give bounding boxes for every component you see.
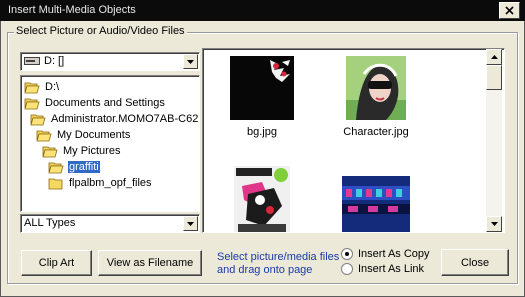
open-folder-icon bbox=[48, 162, 64, 173]
tree-item[interactable]: Administrator.MOMO7AB-C62ES bbox=[30, 111, 200, 127]
file-preview-pane[interactable]: bg.jpg Character.jpg bbox=[202, 48, 505, 233]
file-name[interactable]: Character.jpg bbox=[331, 126, 421, 138]
scroll-up-button[interactable] bbox=[486, 49, 502, 65]
group-label: Select Picture or Audio/Video Files bbox=[14, 25, 187, 37]
tree-item-label: flpalbm_opf_files bbox=[69, 177, 152, 189]
graffiti-image bbox=[230, 56, 294, 120]
clip-art-button[interactable]: Clip Art bbox=[21, 250, 92, 276]
drive-select-value: D: [] bbox=[44, 55, 65, 67]
chevron-down-icon bbox=[187, 221, 194, 226]
insert-as-link-radio[interactable] bbox=[341, 263, 353, 275]
file-thumbnail-bg[interactable] bbox=[230, 56, 294, 120]
window-title: Insert Multi-Media Objects bbox=[8, 4, 136, 16]
view-as-filename-button[interactable]: View as Filename bbox=[98, 250, 202, 276]
insert-as-copy-radio[interactable] bbox=[341, 248, 353, 260]
drag-hint-text: Select picture/media files and drag onto… bbox=[217, 251, 340, 276]
open-folder-icon bbox=[30, 114, 46, 125]
graffiti-poster-image bbox=[234, 166, 290, 232]
tree-item[interactable]: flpalbm_opf_files bbox=[48, 175, 153, 191]
chevron-down-icon bbox=[187, 59, 194, 64]
file-name[interactable]: bg.jpg bbox=[217, 126, 307, 138]
pixel-art-image bbox=[342, 176, 410, 232]
closed-folder-icon bbox=[48, 178, 63, 189]
window-close-button[interactable] bbox=[499, 2, 520, 19]
close-button[interactable]: Close bbox=[441, 249, 509, 276]
radio-selected-dot bbox=[345, 252, 349, 256]
drive-select[interactable]: D: [] bbox=[20, 52, 200, 71]
tree-item-label: graffiti bbox=[68, 161, 100, 173]
file-thumbnail-4[interactable] bbox=[342, 176, 410, 232]
close-icon bbox=[505, 6, 514, 15]
tree-item[interactable]: graffiti bbox=[48, 159, 100, 175]
chevron-down-icon bbox=[490, 222, 498, 226]
scroll-thumb[interactable] bbox=[486, 65, 502, 90]
scroll-down-button[interactable] bbox=[486, 216, 502, 232]
character-image bbox=[346, 56, 406, 120]
tree-item-label: Administrator.MOMO7AB-C62ES bbox=[51, 113, 200, 125]
tree-item-label: Documents and Settings bbox=[45, 97, 165, 109]
insert-as-link-label: Insert As Link bbox=[358, 263, 425, 275]
tree-item[interactable]: My Pictures bbox=[42, 143, 121, 159]
tree-item[interactable]: Documents and Settings bbox=[24, 95, 166, 111]
preview-scrollbar[interactable] bbox=[486, 49, 502, 232]
insert-as-copy-option[interactable]: Insert As Copy bbox=[341, 248, 430, 260]
folder-tree[interactable]: D:\ Documents and Settings Administrator.M… bbox=[20, 75, 200, 212]
type-filter-dropdown-button[interactable] bbox=[183, 216, 198, 231]
open-folder-icon bbox=[24, 82, 40, 93]
tree-item[interactable]: D:\ bbox=[24, 79, 60, 95]
type-filter-select[interactable]: ALL Types bbox=[20, 214, 200, 233]
drive-dropdown-button[interactable] bbox=[183, 54, 198, 69]
tree-item[interactable]: My Documents bbox=[36, 127, 131, 143]
tree-item-label: My Pictures bbox=[63, 145, 121, 157]
file-thumbnail-character[interactable] bbox=[346, 56, 406, 120]
file-thumbnail-3[interactable] bbox=[234, 166, 290, 232]
tree-item-label: D:\ bbox=[45, 81, 60, 93]
title-bar: Insert Multi-Media Objects bbox=[0, 0, 525, 21]
insert-as-copy-label: Insert As Copy bbox=[358, 248, 430, 260]
insert-as-link-option[interactable]: Insert As Link bbox=[341, 263, 424, 275]
open-folder-icon bbox=[42, 146, 58, 157]
drive-icon bbox=[24, 57, 40, 65]
arrow-up-icon bbox=[490, 55, 498, 59]
tree-item-label: My Documents bbox=[57, 129, 131, 141]
open-folder-icon bbox=[36, 130, 52, 141]
open-folder-icon bbox=[24, 98, 40, 109]
type-filter-value: ALL Types bbox=[24, 217, 76, 229]
